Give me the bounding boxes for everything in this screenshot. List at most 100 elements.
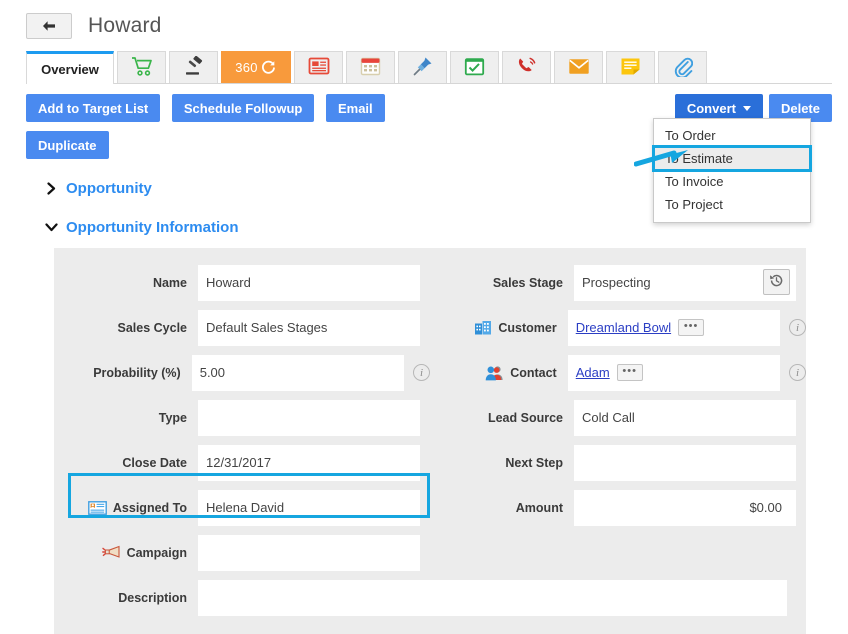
field-name: Name Howard xyxy=(54,260,430,305)
megaphone-icon xyxy=(102,545,121,560)
field-type: Type xyxy=(54,395,430,440)
field-close-date-input[interactable]: 12/31/2017 xyxy=(198,445,420,481)
field-name-input[interactable]: Howard xyxy=(198,265,420,301)
tab-pin[interactable] xyxy=(398,51,447,83)
gavel-icon xyxy=(183,56,205,79)
field-description-label: Description xyxy=(54,591,198,605)
tab-cart[interactable] xyxy=(117,51,166,83)
field-sales-cycle-input[interactable]: Default Sales Stages xyxy=(198,310,420,346)
building-icon xyxy=(474,320,492,335)
sticky-note-icon xyxy=(620,57,641,79)
field-amount: Amount $0.00 xyxy=(430,485,806,530)
field-customer-label: Customer xyxy=(430,320,568,335)
probability-info-icon[interactable]: i xyxy=(413,364,430,381)
tab-notes[interactable] xyxy=(606,51,655,83)
page-title: Howard xyxy=(88,14,162,38)
form-row: Type Lead Source Cold Call xyxy=(54,395,806,440)
field-amount-label: Amount xyxy=(430,501,574,515)
field-type-label: Type xyxy=(54,411,198,425)
contact-ellipsis-button[interactable]: ••• xyxy=(617,364,643,381)
back-button[interactable] xyxy=(26,13,72,39)
opportunity-information-panel: Name Howard Sales Stage Prospecting xyxy=(54,248,806,634)
menu-item-to-invoice[interactable]: To Invoice xyxy=(654,170,810,193)
field-sales-stage-label: Sales Stage xyxy=(430,276,574,290)
tab-360[interactable]: 360 xyxy=(221,51,291,83)
field-assigned-to-label-text: Assigned To xyxy=(113,501,187,515)
field-lead-source-label: Lead Source xyxy=(430,411,574,425)
customer-info-icon[interactable]: i xyxy=(789,319,806,336)
duplicate-button[interactable]: Duplicate xyxy=(26,131,109,159)
section-opportunity-label: Opportunity xyxy=(66,180,152,197)
email-button[interactable]: Email xyxy=(326,94,385,122)
field-campaign: Campaign xyxy=(54,530,430,575)
chevron-right-icon xyxy=(44,182,58,195)
field-campaign-spacer xyxy=(430,530,806,575)
field-contact-input[interactable]: Adam ••• xyxy=(568,355,780,391)
schedule-followup-button[interactable]: Schedule Followup xyxy=(172,94,314,122)
field-assigned-to: Assigned To Helena David xyxy=(54,485,430,530)
tab-gavel[interactable] xyxy=(169,51,218,83)
id-card-icon xyxy=(88,501,107,515)
field-assigned-to-label: Assigned To xyxy=(54,501,198,515)
tab-overview[interactable]: Overview xyxy=(26,51,114,84)
field-lead-source-input[interactable]: Cold Call xyxy=(574,400,796,436)
field-campaign-label-text: Campaign xyxy=(127,546,187,560)
pushpin-icon xyxy=(412,55,434,80)
field-description-input[interactable] xyxy=(198,580,787,616)
sales-stage-history-button[interactable] xyxy=(763,269,790,295)
menu-item-to-order[interactable]: To Order xyxy=(654,124,810,147)
tab-files[interactable] xyxy=(658,51,707,83)
form-row: Close Date 12/31/2017 Next Step xyxy=(54,440,806,485)
shopping-cart-icon xyxy=(131,56,153,79)
field-contact-label-text: Contact xyxy=(510,366,557,380)
field-customer-input[interactable]: Dreamland Bowl ••• xyxy=(568,310,780,346)
customer-ellipsis-button[interactable]: ••• xyxy=(678,319,704,336)
customer-link[interactable]: Dreamland Bowl xyxy=(576,320,671,335)
tab-news[interactable] xyxy=(294,51,343,83)
field-sales-cycle-label: Sales Cycle xyxy=(54,321,198,335)
convert-button-label: Convert xyxy=(687,101,736,116)
add-to-target-list-button[interactable]: Add to Target List xyxy=(26,94,160,122)
tab-call[interactable] xyxy=(502,51,551,83)
field-assigned-to-input[interactable]: Helena David xyxy=(198,490,420,526)
history-icon xyxy=(769,273,784,291)
tab-task[interactable] xyxy=(450,51,499,83)
field-customer: Customer Dreamland Bowl ••• i xyxy=(430,305,806,350)
calendar-check-icon xyxy=(464,57,485,79)
field-sales-stage-input[interactable]: Prospecting xyxy=(574,265,796,301)
envelope-icon xyxy=(568,58,590,78)
menu-item-to-project[interactable]: To Project xyxy=(654,193,810,216)
page-header: Howard xyxy=(0,0,848,42)
people-icon xyxy=(485,365,504,381)
field-lead-source: Lead Source Cold Call xyxy=(430,395,806,440)
contact-link[interactable]: Adam xyxy=(576,365,610,380)
field-contact-label: Contact xyxy=(430,365,568,381)
field-type-input[interactable] xyxy=(198,400,420,436)
tab-360-label: 360 xyxy=(235,60,258,75)
convert-dropdown-menu: To Order To Estimate To Invoice To Proje… xyxy=(653,118,811,223)
arrow-left-icon xyxy=(41,20,57,32)
refresh-360-icon xyxy=(259,59,277,77)
field-next-step-input[interactable] xyxy=(574,445,796,481)
chevron-down-icon xyxy=(44,223,58,232)
field-probability: Probability (%) 5.00 i xyxy=(54,350,430,395)
tab-calendar[interactable] xyxy=(346,51,395,83)
news-list-icon xyxy=(308,57,330,78)
field-customer-label-text: Customer xyxy=(498,321,556,335)
field-next-step-label: Next Step xyxy=(430,456,574,470)
form-row: Description xyxy=(54,575,806,620)
field-description: Description xyxy=(54,575,806,620)
tab-email[interactable] xyxy=(554,51,603,83)
field-contact: Contact Adam ••• i xyxy=(430,350,806,395)
contact-info-icon[interactable]: i xyxy=(789,364,806,381)
field-campaign-input[interactable] xyxy=(198,535,420,571)
field-amount-input[interactable]: $0.00 xyxy=(574,490,796,526)
field-close-date-label: Close Date xyxy=(54,456,198,470)
menu-item-to-estimate[interactable]: To Estimate xyxy=(654,147,810,170)
field-next-step: Next Step xyxy=(430,440,806,485)
field-close-date: Close Date 12/31/2017 xyxy=(54,440,430,485)
field-probability-input[interactable]: 5.00 xyxy=(192,355,404,391)
field-campaign-label: Campaign xyxy=(54,545,198,560)
form-row: Campaign xyxy=(54,530,806,575)
calendar-icon xyxy=(360,57,381,79)
